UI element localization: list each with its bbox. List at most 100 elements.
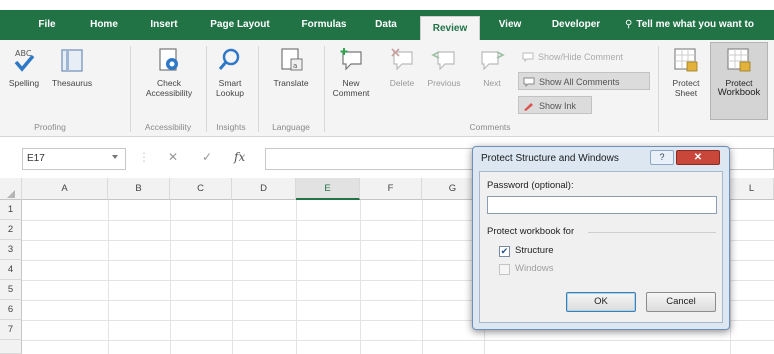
tab-file[interactable]: File [28,10,66,40]
show-hide-comment-icon [522,52,534,62]
insert-function-icon[interactable]: fx [234,150,245,164]
spelling-icon: ABC [14,49,35,72]
previous-comment-icon [431,51,455,71]
ribbon-separator [324,46,325,132]
ribbon-separator [258,46,259,132]
protect-workbook-for-label: Protect workbook for [487,226,575,237]
dialog-body: Password (optional): Protect workbook fo… [479,171,723,323]
tab-home[interactable]: Home [80,10,128,40]
ribbon-review: ABC Spelling Thesaurus Proofing Check Ac… [0,40,774,137]
gridline [22,340,774,341]
help-icon[interactable]: ? [650,150,674,165]
tab-view[interactable]: View [490,10,530,40]
name-box[interactable]: E17 [22,148,126,170]
row-header-1[interactable]: 1 [0,200,22,220]
new-comment-icon [340,48,362,71]
column-header-a[interactable]: A [22,178,108,200]
gridline [232,200,233,354]
protect-structure-dialog: Protect Structure and Windows ? ✕ Passwo… [472,146,730,330]
row-header-7[interactable]: 7 [0,320,22,340]
cancel-button[interactable]: Cancel [646,292,716,312]
dialog-title: Protect Structure and Windows [481,153,619,164]
gridline [422,200,423,354]
tell-me-box[interactable]: ⚲ Tell me what you want to [625,10,754,40]
column-header-f[interactable]: F [360,178,422,200]
smart-lookup-line2: Lookup [216,88,244,98]
gridline [360,200,361,354]
row-header-8[interactable] [0,340,22,354]
translate-button[interactable]: a Translate [264,46,318,88]
column-header-b[interactable]: B [108,178,170,200]
protect-sheet-line2: Sheet [674,88,698,98]
structure-label: Structure [515,245,554,256]
formula-bar-grip-icon: ⋮ [138,150,150,164]
show-all-comments-icon [523,77,535,87]
name-box-dropdown-icon[interactable] [112,155,118,159]
previous-comment-label: Previous [427,78,461,88]
close-icon[interactable]: ✕ [676,150,720,165]
smart-lookup-button[interactable]: Smart Lookup [210,46,250,98]
password-label: Password (optional): [487,180,574,191]
row-header-4[interactable]: 4 [0,260,22,280]
smart-lookup-icon [218,48,240,70]
delete-comment-button[interactable]: Delete [384,46,420,88]
structure-checkbox[interactable]: ✔ [499,246,510,257]
select-all-corner[interactable] [0,178,22,200]
section-divider [588,232,716,233]
show-hide-comment-button[interactable]: Show/Hide Comment [518,48,650,66]
new-comment-line1: New [342,78,360,88]
translate-label: Translate [273,78,309,88]
group-language-label: Language [272,122,310,132]
windows-label: Windows [515,263,554,274]
row-header-6[interactable]: 6 [0,300,22,320]
protect-sheet-button[interactable]: Protect Sheet [664,46,708,98]
spelling-button[interactable]: ABC Spelling [4,46,44,88]
show-hide-comment-label: Show/Hide Comment [538,52,624,62]
next-comment-icon [481,51,505,71]
column-header-c[interactable]: C [170,178,232,200]
select-all-icon [6,190,15,198]
column-header-l[interactable]: L [730,178,774,200]
tab-insert[interactable]: Insert [138,10,190,40]
checkmark-icon: ✔ [500,246,509,256]
protect-sheet-icon [674,48,698,72]
tab-developer[interactable]: Developer [540,10,612,40]
row-header-3[interactable]: 3 [0,240,22,260]
gridline [170,200,171,354]
column-header-d[interactable]: D [232,178,296,200]
new-comment-line2: Comment [332,88,370,98]
check-accessibility-line1: Check [156,78,182,88]
ribbon-separator [658,46,659,132]
next-comment-label: Next [483,78,501,88]
spelling-label: Spelling [8,78,40,88]
tab-formulas[interactable]: Formulas [294,10,354,40]
windows-checkbox[interactable] [499,264,510,275]
show-all-comments-label: Show All Comments [539,77,620,87]
row-header-2[interactable]: 2 [0,220,22,240]
ok-button[interactable]: OK [566,292,636,312]
cancel-entry-icon[interactable]: ✕ [168,150,178,164]
check-accessibility-button[interactable]: Check Accessibility [138,46,200,98]
thesaurus-label: Thesaurus [51,78,93,88]
protect-workbook-button[interactable]: Protect Workbook [710,42,768,120]
enter-entry-icon[interactable]: ✓ [202,150,212,164]
tab-review[interactable]: Review [420,16,480,40]
lightbulb-icon: ⚲ [625,19,633,30]
thesaurus-button[interactable]: Thesaurus [48,46,96,88]
column-header-e[interactable]: E [296,178,360,200]
show-ink-button[interactable]: Show Ink [518,96,592,114]
next-comment-button[interactable]: Next [472,46,512,88]
ribbon-separator [206,46,207,132]
gridline [296,200,297,354]
gridline [730,200,731,354]
password-field[interactable] [487,196,717,214]
group-comments-label: Comments [469,122,511,132]
tab-data[interactable]: Data [366,10,406,40]
group-proofing-label: Proofing [34,122,66,132]
tab-page-layout[interactable]: Page Layout [200,10,280,40]
previous-comment-button[interactable]: Previous [422,46,466,88]
show-all-comments-button[interactable]: Show All Comments [518,72,650,90]
svg-text:a: a [293,62,297,70]
row-header-5[interactable]: 5 [0,280,22,300]
new-comment-button[interactable]: New Comment [328,46,374,98]
